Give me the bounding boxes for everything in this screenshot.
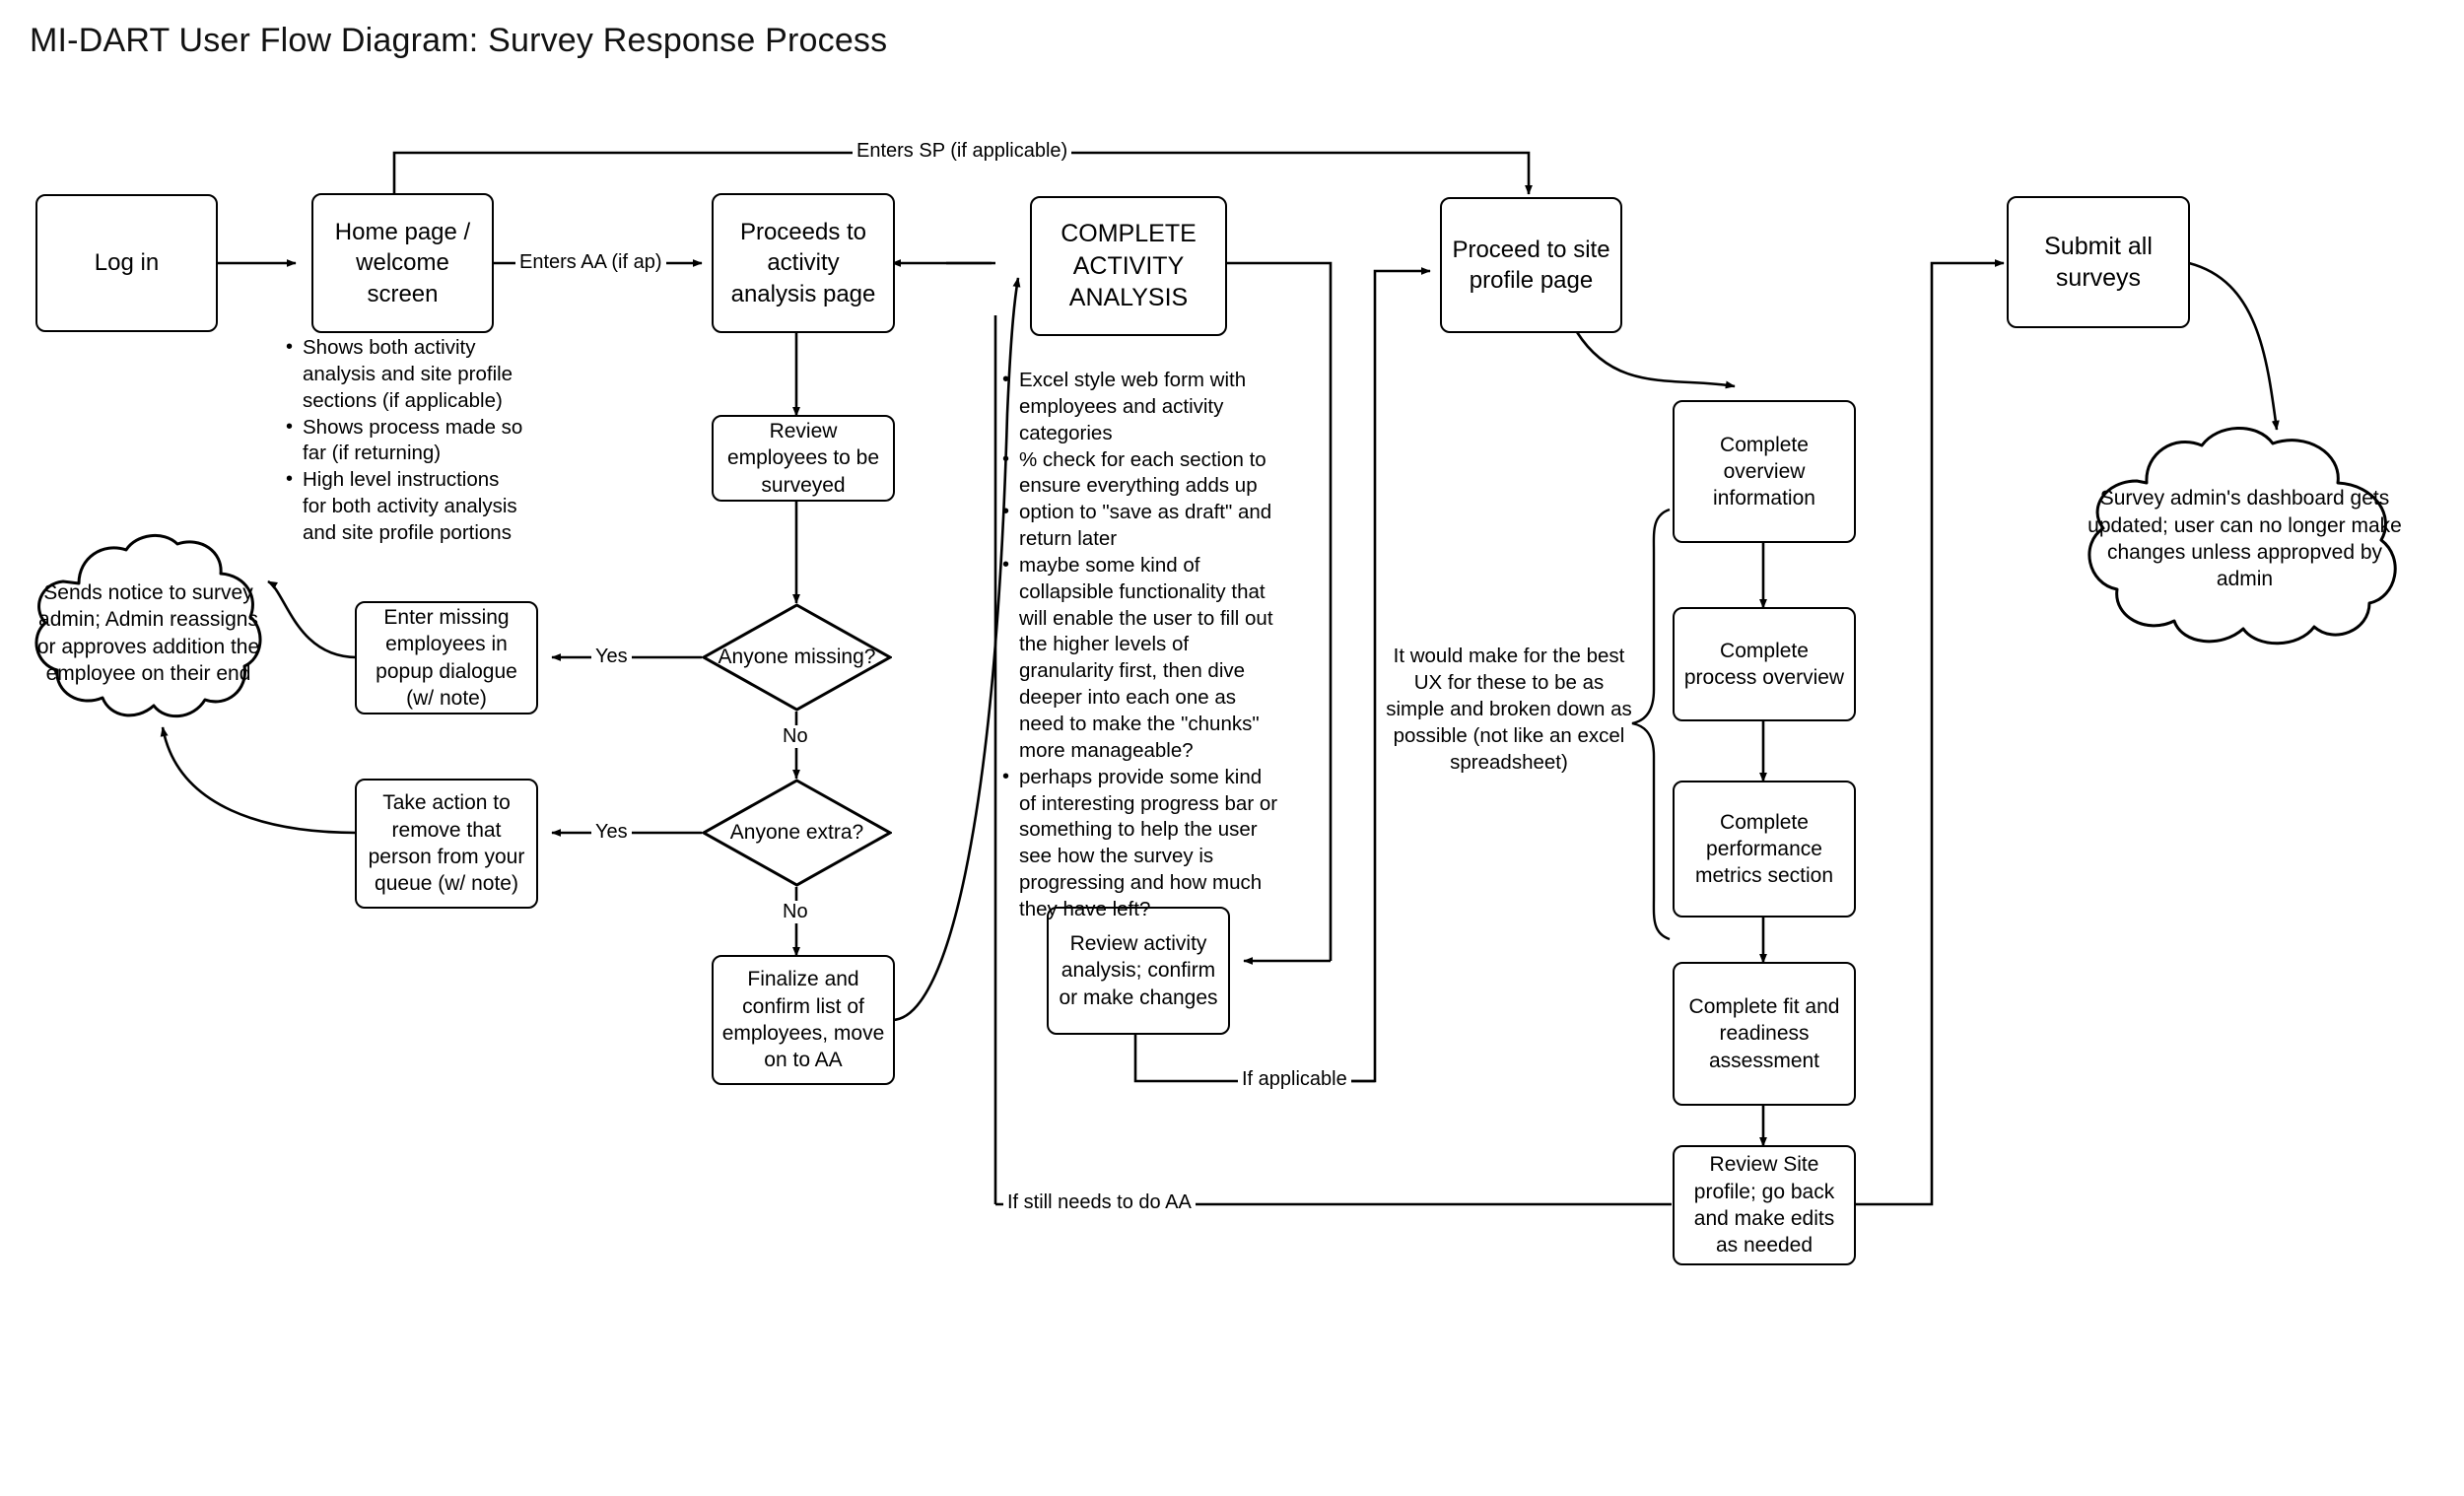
edge-entermissing-cloud: [267, 579, 358, 659]
edge-label-enters-sp: Enters SP (if applicable): [853, 140, 1072, 163]
decision-anyone-extra[interactable]: Anyone extra?: [702, 779, 892, 887]
edge-label-no-missing: No: [779, 725, 812, 748]
cloud-admin-dashboard: Survey admin's dashboard gets updated; u…: [2070, 426, 2420, 652]
cloud-admin-notice: Sends notice to survey admin; Admin reas…: [18, 532, 279, 734]
edge-submit-clouddash: [2188, 261, 2280, 431]
node-enter-missing-employees[interactable]: Enter missing employees in popup dialogu…: [355, 601, 538, 714]
node-complete-process-overview[interactable]: Complete process overview: [1673, 607, 1856, 721]
node-finalize-confirm-list[interactable]: Finalize and confirm list of employees, …: [712, 955, 895, 1085]
list-item: High level instructions for both activit…: [284, 466, 525, 547]
edge-label-yes-extra: Yes: [591, 821, 632, 844]
node-review-employees[interactable]: Review employees to be surveyed: [712, 415, 895, 502]
node-review-activity-analysis[interactable]: Review activity analysis; confirm or mak…: [1047, 907, 1230, 1035]
edge-reviewsp-submit: [1856, 259, 2005, 1206]
node-home-page[interactable]: Home page / welcome screen: [311, 193, 494, 333]
home-bullet-list: Shows both activity analysis and site pr…: [284, 334, 525, 547]
list-item: Shows both activity analysis and site pr…: [284, 334, 525, 415]
node-complete-fit-readiness[interactable]: Complete fit and readiness assessment: [1673, 962, 1856, 1106]
node-take-action-remove[interactable]: Take action to remove that person from y…: [355, 779, 538, 909]
node-proceed-site-profile[interactable]: Proceed to site profile page: [1440, 197, 1622, 333]
note-activity-analysis-bullets: Excel style web form with employees and …: [1000, 367, 1281, 923]
edge-label-no-extra: No: [779, 901, 812, 923]
diagram-canvas: MI-DART User Flow Diagram: Survey Respon…: [0, 0, 2464, 1496]
node-submit-all-surveys[interactable]: Submit all surveys: [2007, 196, 2190, 328]
node-complete-activity-analysis[interactable]: COMPLETE ACTIVITY ANALYSIS: [1030, 196, 1227, 336]
edge-label-if-still-needs-aa: If still needs to do AA: [1003, 1191, 1196, 1214]
edge-label-enters-aa: Enters AA (if ap): [515, 251, 666, 274]
node-proceeds-activity-analysis[interactable]: Proceeds to activity analysis page: [712, 193, 895, 333]
node-review-site-profile[interactable]: Review Site profile; go back and make ed…: [1673, 1145, 1856, 1265]
decision-anyone-missing[interactable]: Anyone missing?: [702, 603, 892, 712]
edge-takeaction-cloud: [160, 726, 358, 835]
edge-label-if-applicable: If applicable: [1238, 1068, 1351, 1091]
node-login[interactable]: Log in: [35, 194, 218, 332]
annotation-ux-note: It would make for the best UX for these …: [1386, 645, 1632, 775]
list-item: Excel style web form with employees and …: [1000, 367, 1281, 447]
edge-label-yes-missing: Yes: [591, 646, 632, 668]
node-complete-performance-metrics[interactable]: Complete performance metrics section: [1673, 781, 1856, 918]
list-item: perhaps provide some kind of interesting…: [1000, 764, 1281, 923]
node-complete-overview-information[interactable]: Complete overview information: [1673, 400, 1856, 543]
edge-siteprofile-overview: [1575, 331, 1736, 389]
list-item: % check for each section to ensure every…: [1000, 446, 1281, 501]
list-item: maybe some kind of collapsible functiona…: [1000, 552, 1281, 765]
ux-annotation-brace: [1631, 508, 1671, 941]
list-item: option to "save as draft" and return lat…: [1000, 499, 1281, 553]
list-item: Shows process made so far (if returning): [284, 414, 525, 468]
aa-bullet-list: Excel style web form with employees and …: [1000, 367, 1281, 923]
note-home-page-bullets: Shows both activity analysis and site pr…: [284, 334, 525, 547]
edge-finalize-completeaa: [891, 277, 1021, 1022]
